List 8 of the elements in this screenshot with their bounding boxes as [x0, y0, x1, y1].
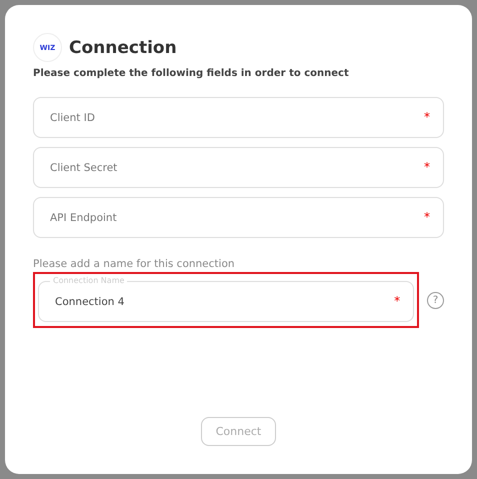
dialog-subtitle: Please complete the following fields in order to connect — [33, 68, 350, 79]
help-icon[interactable]: ? — [427, 292, 444, 308]
dialog-title: Connection — [69, 38, 177, 58]
required-mark: * — [424, 110, 430, 124]
required-mark: * — [424, 160, 430, 174]
required-mark: * — [424, 210, 430, 224]
name-prompt: Please add a name for this connection — [33, 258, 236, 270]
required-mark: * — [394, 294, 400, 308]
